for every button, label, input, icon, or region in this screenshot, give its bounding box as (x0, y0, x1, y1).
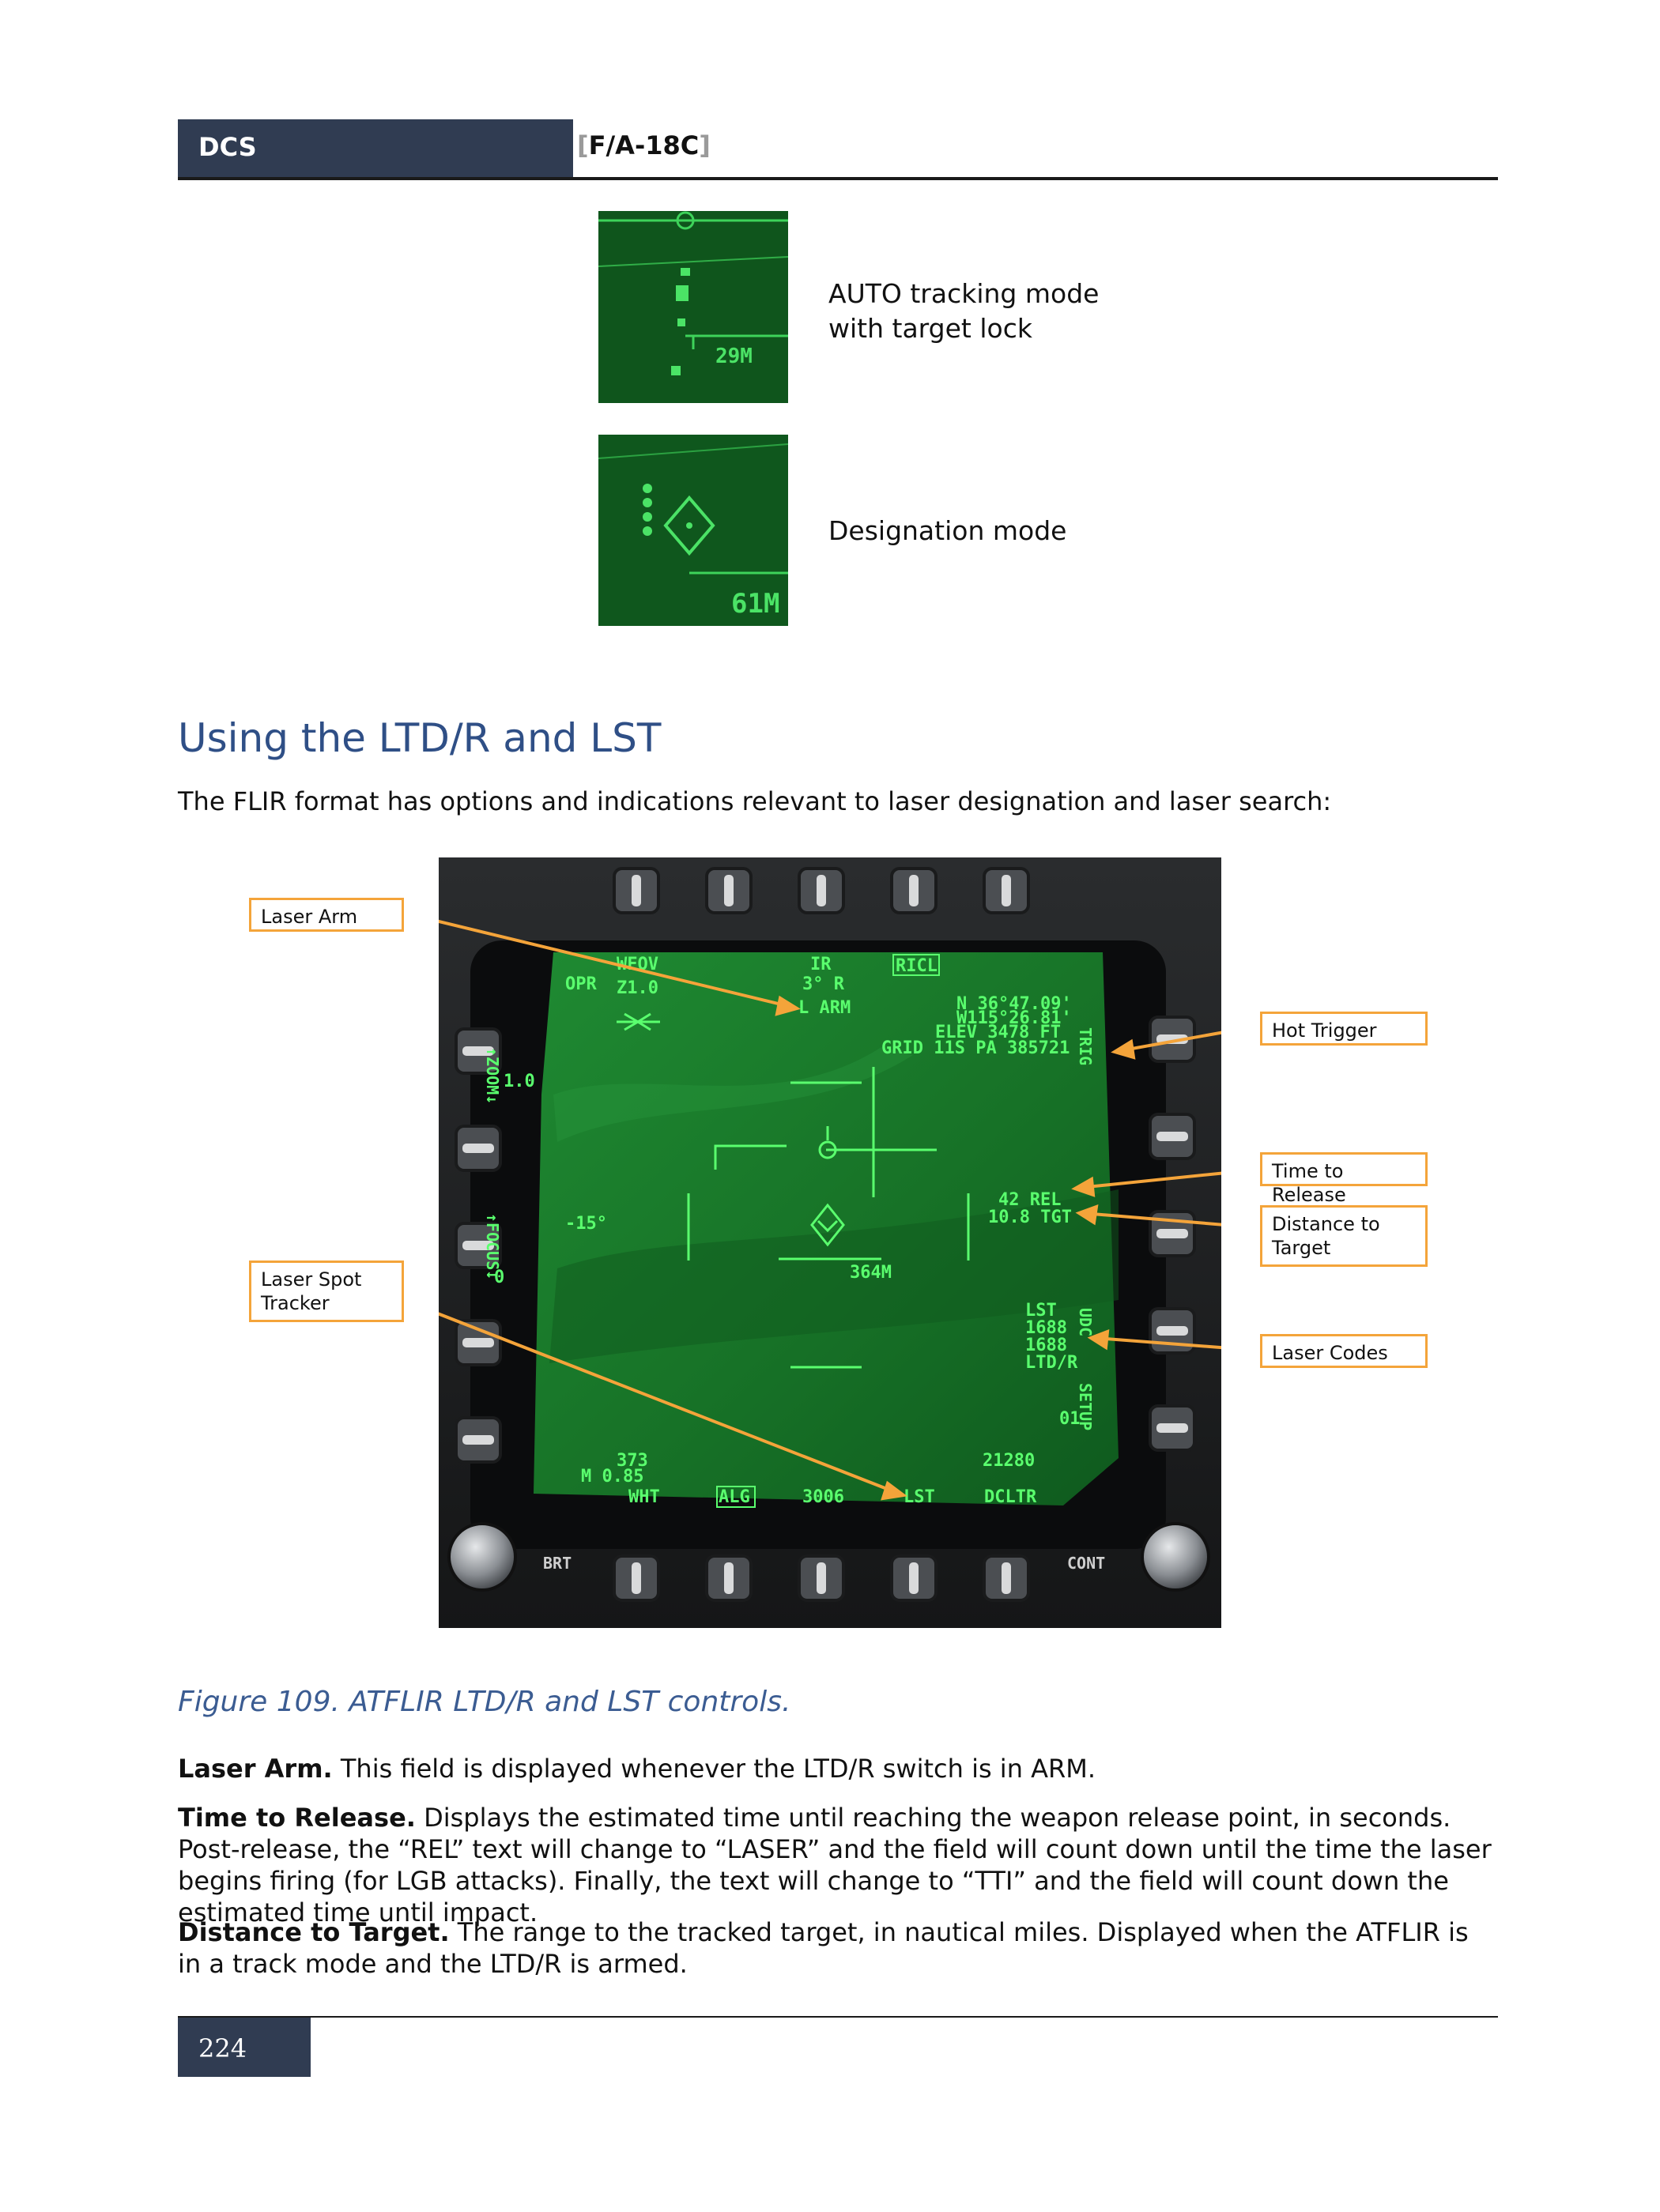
callout-distance-to-target: Distance to Target (1260, 1205, 1428, 1267)
svg-text:↑FOCUS↓: ↑FOCUS↓ (483, 1213, 502, 1279)
callout-laser-spot-tracker: Laser Spot Tracker (249, 1261, 404, 1322)
svg-text:364M: 364M (850, 1263, 892, 1283)
svg-text:GRID 11S PA 385721: GRID 11S PA 385721 (881, 1038, 1070, 1058)
footer-page-box: 224 (178, 2018, 311, 2077)
svg-text:IR: IR (810, 955, 832, 974)
designation-mode-image: 61M (598, 435, 788, 626)
section-intro: The FLIR format has options and indicati… (178, 786, 1332, 816)
laser-arm-indicator: L ARM (798, 998, 851, 1018)
atflir-mfd-figure: WFOV OPR Z1.0 IR 3° R RICL L ARM N 36°47… (402, 857, 1273, 1628)
header-left-bar: DCS (178, 119, 573, 179)
auto-tracking-caption: AUTO tracking mode with target lock (828, 278, 1100, 344)
auto-tracking-image: 29M (598, 211, 788, 403)
page-number: 224 (198, 2033, 247, 2063)
svg-text:3006: 3006 (802, 1487, 844, 1507)
callout-laser-codes: Laser Codes (1260, 1334, 1428, 1368)
hot-trigger-label: TRIG (1076, 1027, 1095, 1065)
svg-text:M 0.85: M 0.85 (581, 1467, 643, 1487)
svg-text:ALG: ALG (719, 1487, 750, 1507)
svg-text:1.0: 1.0 (504, 1072, 535, 1091)
distance-to-target-field: 10.8 TGT (988, 1208, 1072, 1227)
header-rule (178, 177, 1498, 180)
svg-text:-15°: -15° (565, 1214, 607, 1234)
section-heading: Using the LTD/R and LST (178, 715, 662, 761)
brightness-knob[interactable] (447, 1522, 517, 1592)
designation-mode-caption: Designation mode (828, 515, 1067, 546)
svg-text:3° R: 3° R (802, 974, 845, 994)
svg-text:DCLTR: DCLTR (984, 1487, 1037, 1507)
callout-laser-arm: Laser Arm (249, 898, 404, 932)
svg-text:UDC: UDC (1076, 1308, 1095, 1336)
contrast-knob[interactable] (1141, 1522, 1210, 1592)
range-readout-1: 29M (715, 345, 753, 368)
svg-text:LTD/R: LTD/R (1025, 1353, 1078, 1373)
svg-text:CONT: CONT (1067, 1554, 1105, 1573)
paragraph-time-to-release: Time to Release. Displays the estimated … (178, 1803, 1492, 1927)
svg-text:Z1.0: Z1.0 (617, 978, 658, 998)
svg-text:SETUP: SETUP (1076, 1383, 1095, 1430)
range-readout-2: 61M (731, 588, 779, 620)
svg-text:LST: LST (904, 1487, 935, 1507)
figure-caption: Figure 109. ATFLIR LTD/R and LST control… (178, 1686, 791, 1718)
header-product: DCS (198, 132, 257, 162)
svg-text:RICL: RICL (896, 956, 938, 976)
svg-text:BRT: BRT (543, 1554, 572, 1573)
callout-time-to-release: Time to Release (1260, 1152, 1428, 1206)
svg-text:↑ZOOM↓: ↑ZOOM↓ (483, 1047, 502, 1104)
footer-rule (178, 2016, 1498, 2018)
svg-text:OPR: OPR (565, 974, 597, 994)
svg-text:21280: 21280 (983, 1451, 1035, 1471)
header-aircraft: F/A-18C (588, 130, 700, 160)
header-title: [F/A-18C] (577, 130, 711, 160)
callout-hot-trigger: Hot Trigger (1260, 1012, 1428, 1046)
paragraph-laser-arm: Laser Arm. This field is displayed whene… (178, 1754, 1096, 1784)
svg-text:WHT: WHT (628, 1487, 660, 1507)
paragraph-distance-to-target: Distance to Target. The range to the tra… (178, 1917, 1469, 1979)
